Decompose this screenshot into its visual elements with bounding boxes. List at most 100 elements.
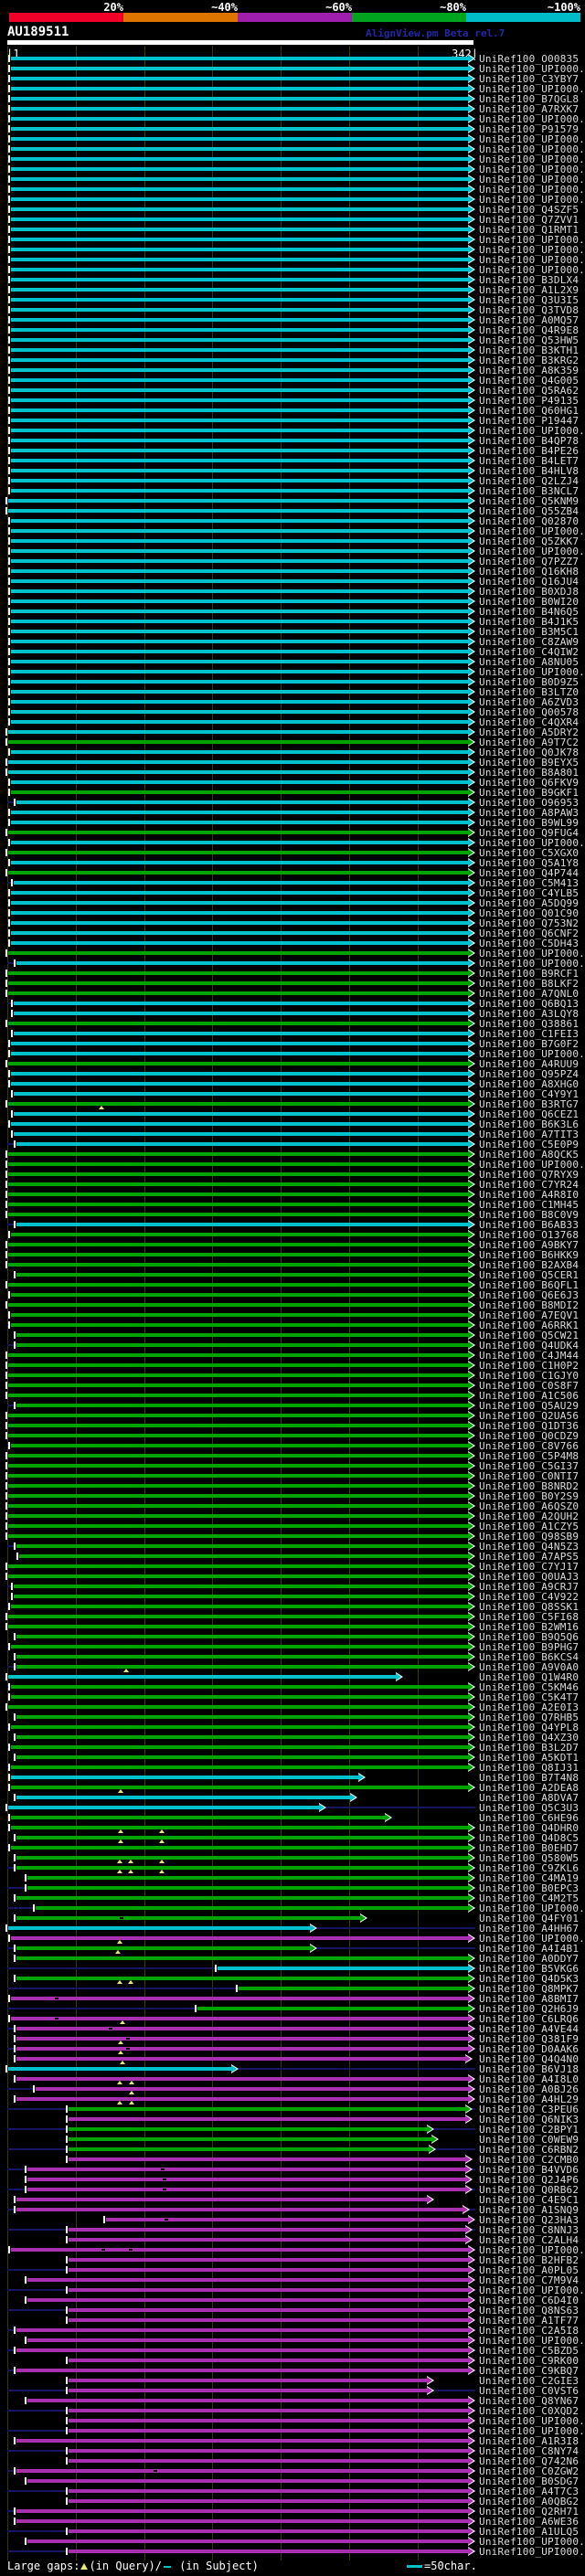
alignment-bar[interactable] (11, 610, 468, 613)
alignment-bar[interactable] (11, 640, 468, 643)
alignment-bar[interactable] (16, 1343, 469, 1347)
alignment-bar[interactable] (27, 2539, 468, 2543)
alignment-bar[interactable] (11, 630, 468, 633)
alignment-bar[interactable] (16, 2198, 428, 2201)
alignment-bar[interactable] (11, 77, 468, 80)
alignment-bar[interactable] (11, 1313, 468, 1317)
alignment-bar[interactable] (8, 1464, 468, 1468)
alignment-bar[interactable] (11, 1072, 468, 1076)
alignment-bar[interactable] (8, 760, 468, 764)
alignment-bar[interactable] (27, 1886, 468, 1890)
alignment-bar[interactable] (8, 1574, 468, 1578)
alignment-bar[interactable] (16, 1544, 469, 1548)
alignment-bar[interactable] (8, 1022, 468, 1025)
alignment-bar[interactable] (8, 1283, 468, 1287)
alignment-bar[interactable] (11, 1765, 468, 1769)
alignment-bar[interactable] (11, 157, 468, 161)
alignment-bar[interactable] (8, 2067, 232, 2071)
alignment-bar[interactable] (27, 2278, 468, 2282)
alignment-bar[interactable] (69, 2379, 428, 2382)
alignment-bar[interactable] (8, 1353, 468, 1357)
alignment-bar[interactable] (16, 1856, 469, 1860)
alignment-bar[interactable] (69, 2308, 468, 2312)
alignment-bar[interactable] (11, 1776, 359, 1779)
alignment-bar[interactable] (16, 2519, 469, 2523)
alignment-bar[interactable] (8, 951, 468, 955)
alignment-bar[interactable] (8, 1243, 468, 1246)
alignment-bar[interactable] (8, 1203, 468, 1206)
alignment-bar[interactable] (11, 1816, 385, 1819)
alignment-bar[interactable] (11, 439, 468, 442)
alignment-bar[interactable] (11, 1122, 468, 1126)
alignment-bar[interactable] (69, 2419, 468, 2422)
alignment-bar[interactable] (11, 469, 468, 472)
alignment-bar[interactable] (8, 1434, 468, 1437)
alignment-bar[interactable] (218, 1966, 468, 1970)
alignment-bar[interactable] (11, 67, 468, 70)
alignment-bar[interactable] (11, 308, 468, 312)
alignment-bar[interactable] (69, 2389, 428, 2392)
alignment-bar[interactable] (11, 1997, 468, 2000)
alignment-bar[interactable] (11, 841, 468, 844)
alignment-bar[interactable] (11, 147, 468, 151)
alignment-bar[interactable] (8, 851, 468, 854)
alignment-bar[interactable] (16, 2439, 469, 2443)
alignment-bar[interactable] (11, 217, 468, 221)
alignment-bar[interactable] (16, 1836, 469, 1839)
alignment-bar[interactable] (11, 358, 468, 362)
alignment-bar[interactable] (16, 1755, 469, 1759)
alignment-bar[interactable] (69, 2429, 468, 2433)
alignment-bar[interactable] (69, 2147, 429, 2151)
alignment-bar[interactable] (11, 519, 468, 523)
alignment-bar[interactable] (11, 167, 468, 171)
alignment-bar[interactable] (8, 1152, 468, 1156)
alignment-bar[interactable] (69, 2409, 468, 2412)
alignment-bar[interactable] (11, 931, 468, 935)
alignment-bar[interactable] (8, 1373, 468, 1377)
alignment-bar[interactable] (16, 1896, 469, 1900)
alignment-bar[interactable] (16, 2097, 469, 2101)
alignment-bar[interactable] (11, 811, 468, 814)
alignment-bar[interactable] (11, 901, 468, 905)
alignment-bar[interactable] (8, 1182, 468, 1186)
subject-label[interactable]: UniRef100_UPI000.. (479, 2546, 585, 2558)
alignment-bar[interactable] (14, 1092, 468, 1096)
alignment-bar[interactable] (8, 831, 468, 834)
alignment-bar[interactable] (8, 770, 468, 774)
alignment-bar[interactable] (11, 378, 468, 382)
alignment-bar[interactable] (8, 1504, 468, 1508)
alignment-bar[interactable] (11, 2248, 468, 2252)
alignment-bar[interactable] (36, 2087, 469, 2091)
alignment-bar[interactable] (11, 1233, 468, 1236)
alignment-bar[interactable] (11, 298, 468, 302)
alignment-bar[interactable] (11, 650, 468, 653)
alignment-bar[interactable] (69, 2318, 468, 2322)
alignment-bar[interactable] (11, 690, 468, 694)
alignment-bar[interactable] (69, 2157, 466, 2161)
alignment-bar[interactable] (11, 1695, 468, 1699)
alignment-bar[interactable] (11, 228, 468, 231)
alignment-bar[interactable] (27, 1876, 468, 1880)
alignment-bar[interactable] (8, 1675, 396, 1679)
alignment-bar[interactable] (27, 2399, 468, 2402)
alignment-bar[interactable] (11, 589, 468, 593)
alignment-bar[interactable] (14, 1012, 468, 1015)
alignment-bar[interactable] (11, 328, 468, 332)
alignment-bar[interactable] (11, 1323, 468, 1327)
alignment-bar[interactable] (11, 87, 468, 90)
alignment-bar[interactable] (16, 1404, 469, 1407)
alignment-bar[interactable] (11, 911, 468, 915)
alignment-bar[interactable] (16, 1735, 469, 1739)
alignment-bar[interactable] (11, 700, 468, 704)
alignment-bar[interactable] (16, 1655, 469, 1659)
alignment-bar[interactable] (11, 348, 468, 352)
alignment-bar[interactable] (11, 529, 468, 533)
alignment-bar[interactable] (11, 398, 468, 402)
alignment-bar[interactable] (27, 2168, 465, 2171)
alignment-bar[interactable] (8, 1564, 468, 1568)
alignment-bar[interactable] (11, 388, 468, 392)
alignment-bar[interactable] (11, 489, 468, 493)
alignment-bar[interactable] (8, 509, 468, 513)
alignment-bar[interactable] (69, 2359, 468, 2362)
alignment-bar[interactable] (11, 620, 468, 623)
